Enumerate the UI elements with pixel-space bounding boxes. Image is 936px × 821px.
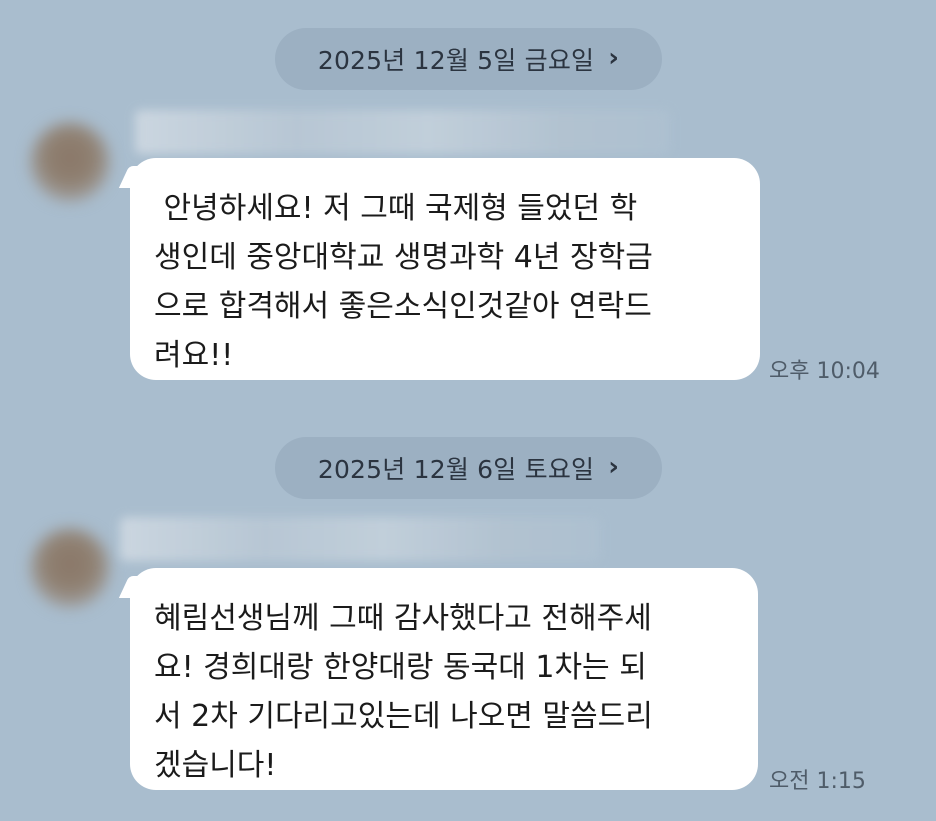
message-timestamp: 오후 10:04 [769, 359, 880, 384]
date-label: 2025년 12월 6일 토요일 [317, 455, 595, 484]
message-text-line: 요! 경희대랑 한양대랑 동국대 1차는 되 [154, 650, 647, 685]
date-divider-button[interactable]: 2025년 12월 6일 토요일 › [275, 437, 662, 499]
message-bubble[interactable]: 혜림선생님께 그때 감사했다고 전해주세 요! 경희대랑 한양대랑 동국대 1차… [130, 568, 758, 790]
sender-name-blurred [120, 517, 600, 561]
sender-avatar[interactable] [30, 528, 110, 608]
message-text-line: 겠습니다! [154, 748, 277, 783]
message-timestamp: 오전 1:15 [769, 769, 866, 794]
message-text-line: 서 2차 기다리고있는데 나오면 말씀드리 [154, 699, 653, 734]
message-text-line: 으로 합격해서 좋은소식인것같아 연락드 [154, 289, 652, 324]
message-text-line: 생인데 중앙대학교 생명과학 4년 장학금 [154, 240, 653, 275]
sender-name-blurred [135, 110, 670, 154]
chevron-right-icon: › [608, 43, 620, 73]
date-label: 2025년 12월 5일 금요일 [317, 46, 595, 75]
message-text-line: 안녕하세요! 저 그때 국제형 들었던 학 [154, 191, 638, 226]
chevron-right-icon: › [608, 452, 620, 482]
sender-avatar[interactable] [30, 122, 110, 202]
message-text-line: 려요!! [154, 338, 234, 373]
message-bubble[interactable]: 안녕하세요! 저 그때 국제형 들었던 학 생인데 중앙대학교 생명과학 4년 … [130, 158, 760, 380]
message-text-line: 혜림선생님께 그때 감사했다고 전해주세 [154, 601, 652, 636]
date-divider-button[interactable]: 2025년 12월 5일 금요일 › [275, 28, 662, 90]
